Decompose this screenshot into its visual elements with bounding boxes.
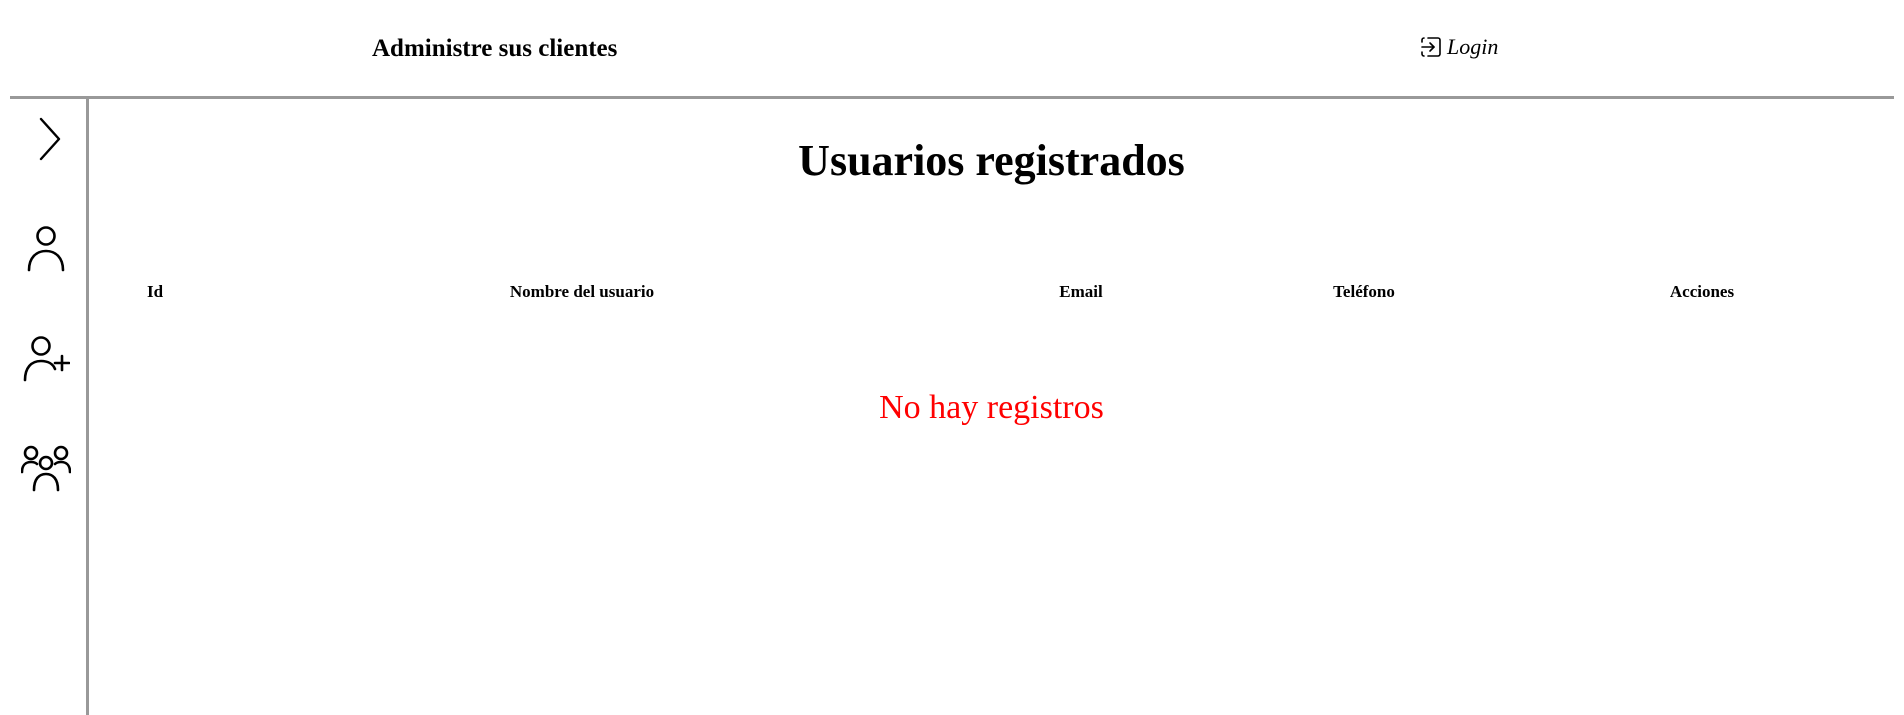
user-add-icon [22, 334, 70, 384]
sidebar [0, 99, 89, 715]
column-header-name: Nombre del usuario [509, 282, 655, 301]
login-link[interactable]: Login [1419, 34, 1498, 60]
app-title: Administre sus clientes [372, 35, 618, 62]
column-header-id: Id [146, 282, 164, 301]
chevron-right-icon [26, 115, 66, 163]
sidebar-item-expand[interactable] [20, 113, 72, 165]
column-header-phone: Teléfono [1333, 282, 1395, 301]
sidebar-item-add-user[interactable] [20, 333, 72, 385]
top-header: Administre sus clientes Login [10, 0, 1894, 99]
column-header-actions: Acciones [1669, 282, 1735, 301]
main-content: Usuarios registrados Id Nombre del usuar… [89, 99, 1904, 715]
login-icon [1419, 35, 1443, 59]
column-header-email: Email [1059, 282, 1103, 301]
empty-state-message: No hay registros [879, 389, 1104, 426]
sidebar-item-users[interactable] [20, 443, 72, 495]
table-header: Id Nombre del usuario Email Teléfono Acc… [89, 282, 1904, 306]
login-label: Login [1447, 34, 1499, 59]
user-icon [24, 224, 68, 274]
sidebar-item-user[interactable] [20, 223, 72, 275]
users-group-icon [21, 444, 71, 494]
page-title: Usuarios registrados [798, 136, 1185, 185]
